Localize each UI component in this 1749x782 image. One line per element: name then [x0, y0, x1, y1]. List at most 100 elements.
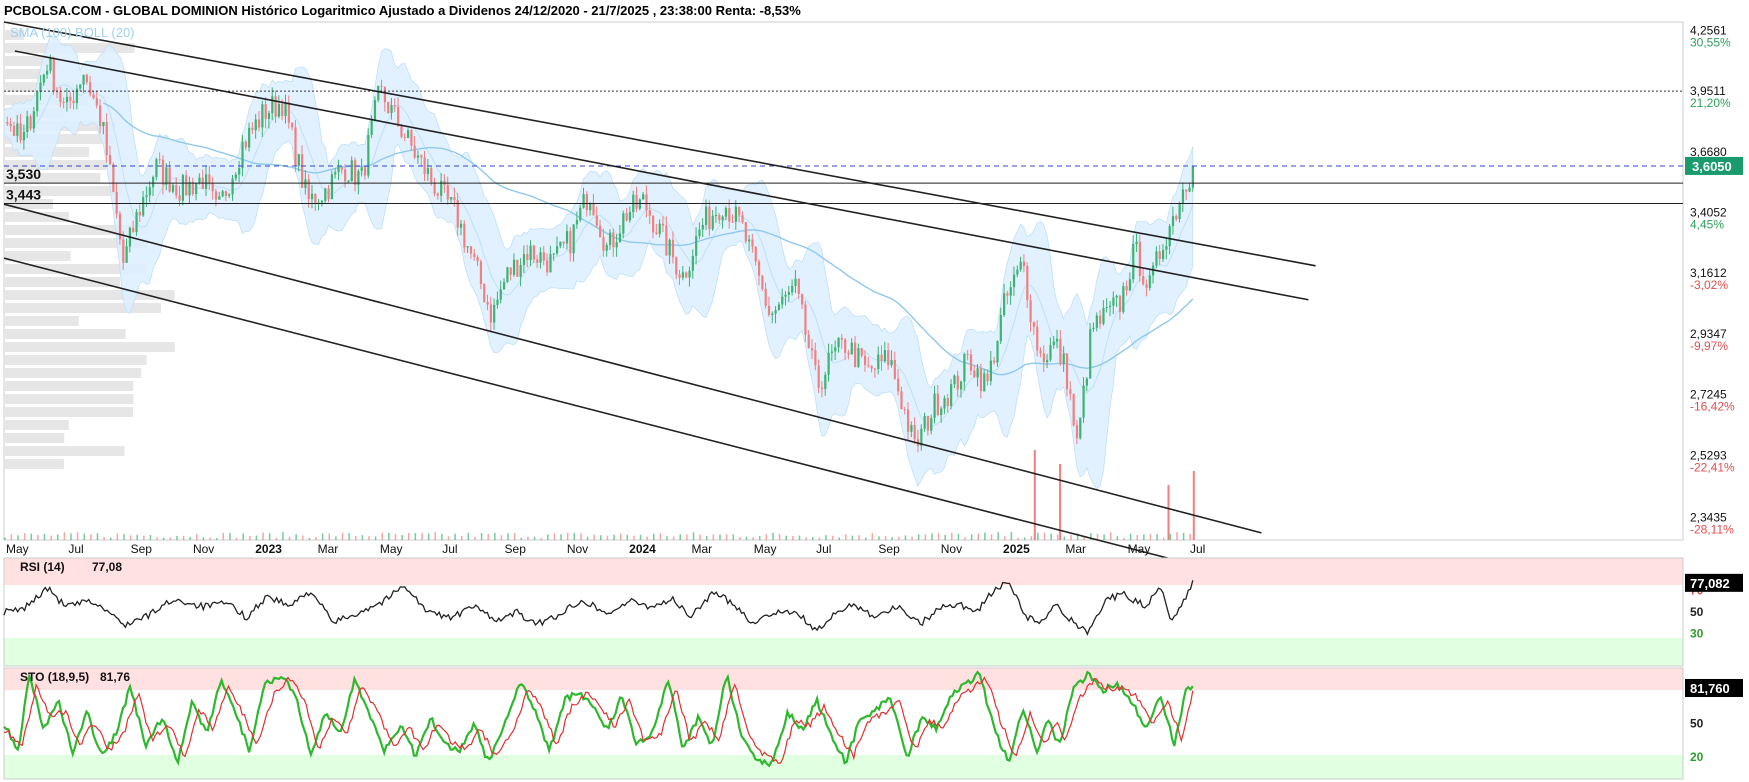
- volume-bar: [553, 533, 556, 540]
- candle-body: [781, 296, 784, 305]
- candle-body: [92, 94, 95, 99]
- candle-body: [625, 213, 628, 221]
- volume-bar: [196, 534, 198, 540]
- volume-bar: [805, 537, 807, 540]
- candle-body: [1168, 226, 1171, 247]
- candle-body: [983, 373, 986, 392]
- volume-bar: [56, 534, 59, 540]
- candle-body: [900, 391, 903, 410]
- candle-body: [791, 285, 794, 293]
- volume-bar: [957, 533, 960, 540]
- volume-bar: [659, 533, 662, 540]
- candle-body: [973, 370, 976, 378]
- price-tick-percent: -22,41%: [1690, 460, 1735, 474]
- rsi-level-label: 30: [1690, 627, 1704, 641]
- candle-body: [837, 337, 840, 348]
- candle-body: [423, 157, 426, 174]
- candle-body: [1108, 305, 1112, 308]
- candle-body: [1012, 274, 1016, 288]
- candle-body: [231, 178, 234, 195]
- candle-body: [383, 86, 387, 103]
- candle-body: [628, 212, 632, 221]
- volume-bar: [878, 536, 880, 540]
- volume-profile-bar: [4, 316, 79, 326]
- volume-profile-bar: [4, 433, 65, 443]
- volume-bar: [268, 533, 271, 540]
- candle-body: [1099, 315, 1102, 324]
- volume-bar: [1129, 533, 1132, 540]
- volume-bar: [348, 533, 350, 540]
- candle-body: [453, 197, 456, 201]
- candle-body: [122, 239, 125, 263]
- candle-body: [479, 261, 483, 285]
- volume-bar: [255, 535, 258, 540]
- candle-body: [1003, 293, 1006, 316]
- candle-body: [880, 354, 883, 362]
- volume-bar: [970, 534, 973, 540]
- volume-bar: [1030, 536, 1033, 540]
- rsi-path: [3, 580, 1194, 636]
- candle-body: [1181, 189, 1185, 203]
- volume-bar: [70, 533, 72, 540]
- volume-bar: [23, 533, 26, 540]
- volume-bar: [1189, 533, 1191, 540]
- volume-bar: [785, 535, 787, 540]
- volume-bar: [778, 534, 781, 540]
- candle-body: [711, 215, 714, 230]
- candle-body: [1102, 308, 1105, 324]
- candle-body: [1165, 246, 1168, 250]
- volume-profile-bar: [4, 420, 69, 430]
- volume-bar: [560, 534, 562, 540]
- candle-body: [52, 57, 55, 92]
- candle-body: [801, 293, 804, 305]
- candle-body: [165, 167, 168, 185]
- candle-body: [1148, 275, 1151, 288]
- candle-body: [397, 106, 400, 127]
- candle-body: [599, 225, 602, 238]
- volume-bar: [527, 536, 529, 540]
- candle-body: [857, 348, 860, 367]
- time-axis-label: 2023: [255, 542, 282, 556]
- candle-body: [579, 207, 582, 221]
- candle-body: [430, 168, 433, 182]
- volume-bar: [321, 533, 324, 540]
- candle-body: [860, 348, 863, 356]
- candle-body: [969, 354, 973, 371]
- volume-bar: [162, 537, 165, 540]
- candle-body: [267, 113, 271, 120]
- time-axis-label: Nov: [567, 542, 588, 556]
- volume-bar: [997, 532, 999, 540]
- candle-body: [234, 174, 237, 179]
- candle-body: [195, 183, 198, 195]
- candle-body: [291, 122, 294, 128]
- candle-body: [284, 102, 287, 117]
- candle-body: [493, 304, 496, 323]
- volume-bar: [43, 533, 46, 540]
- candle-body: [595, 215, 598, 226]
- volume-spike: [1192, 471, 1195, 540]
- volume-bar: [1023, 537, 1026, 540]
- time-axis-label: Sep: [131, 542, 153, 556]
- candle-body: [863, 355, 867, 365]
- candle-body: [1069, 389, 1072, 394]
- candle-body: [724, 208, 728, 217]
- volume-bar: [507, 533, 509, 540]
- volume-bar: [487, 534, 489, 540]
- volume-bar: [732, 534, 734, 540]
- volume-bar: [706, 536, 708, 540]
- bollinger-band: [3, 34, 1194, 490]
- candle-body: [387, 102, 390, 113]
- candle-body: [602, 237, 605, 251]
- candle-body: [708, 206, 711, 230]
- candle-body: [132, 227, 135, 232]
- volume-bar: [752, 537, 754, 540]
- candle-body: [188, 181, 191, 196]
- candle-body: [307, 179, 310, 200]
- candle-body: [99, 105, 102, 127]
- volume-bar: [891, 537, 893, 540]
- volume-bar: [712, 534, 715, 540]
- candle-body: [496, 299, 499, 305]
- candle-body: [734, 206, 738, 222]
- candle-body: [847, 352, 850, 355]
- candle-body: [1079, 417, 1082, 439]
